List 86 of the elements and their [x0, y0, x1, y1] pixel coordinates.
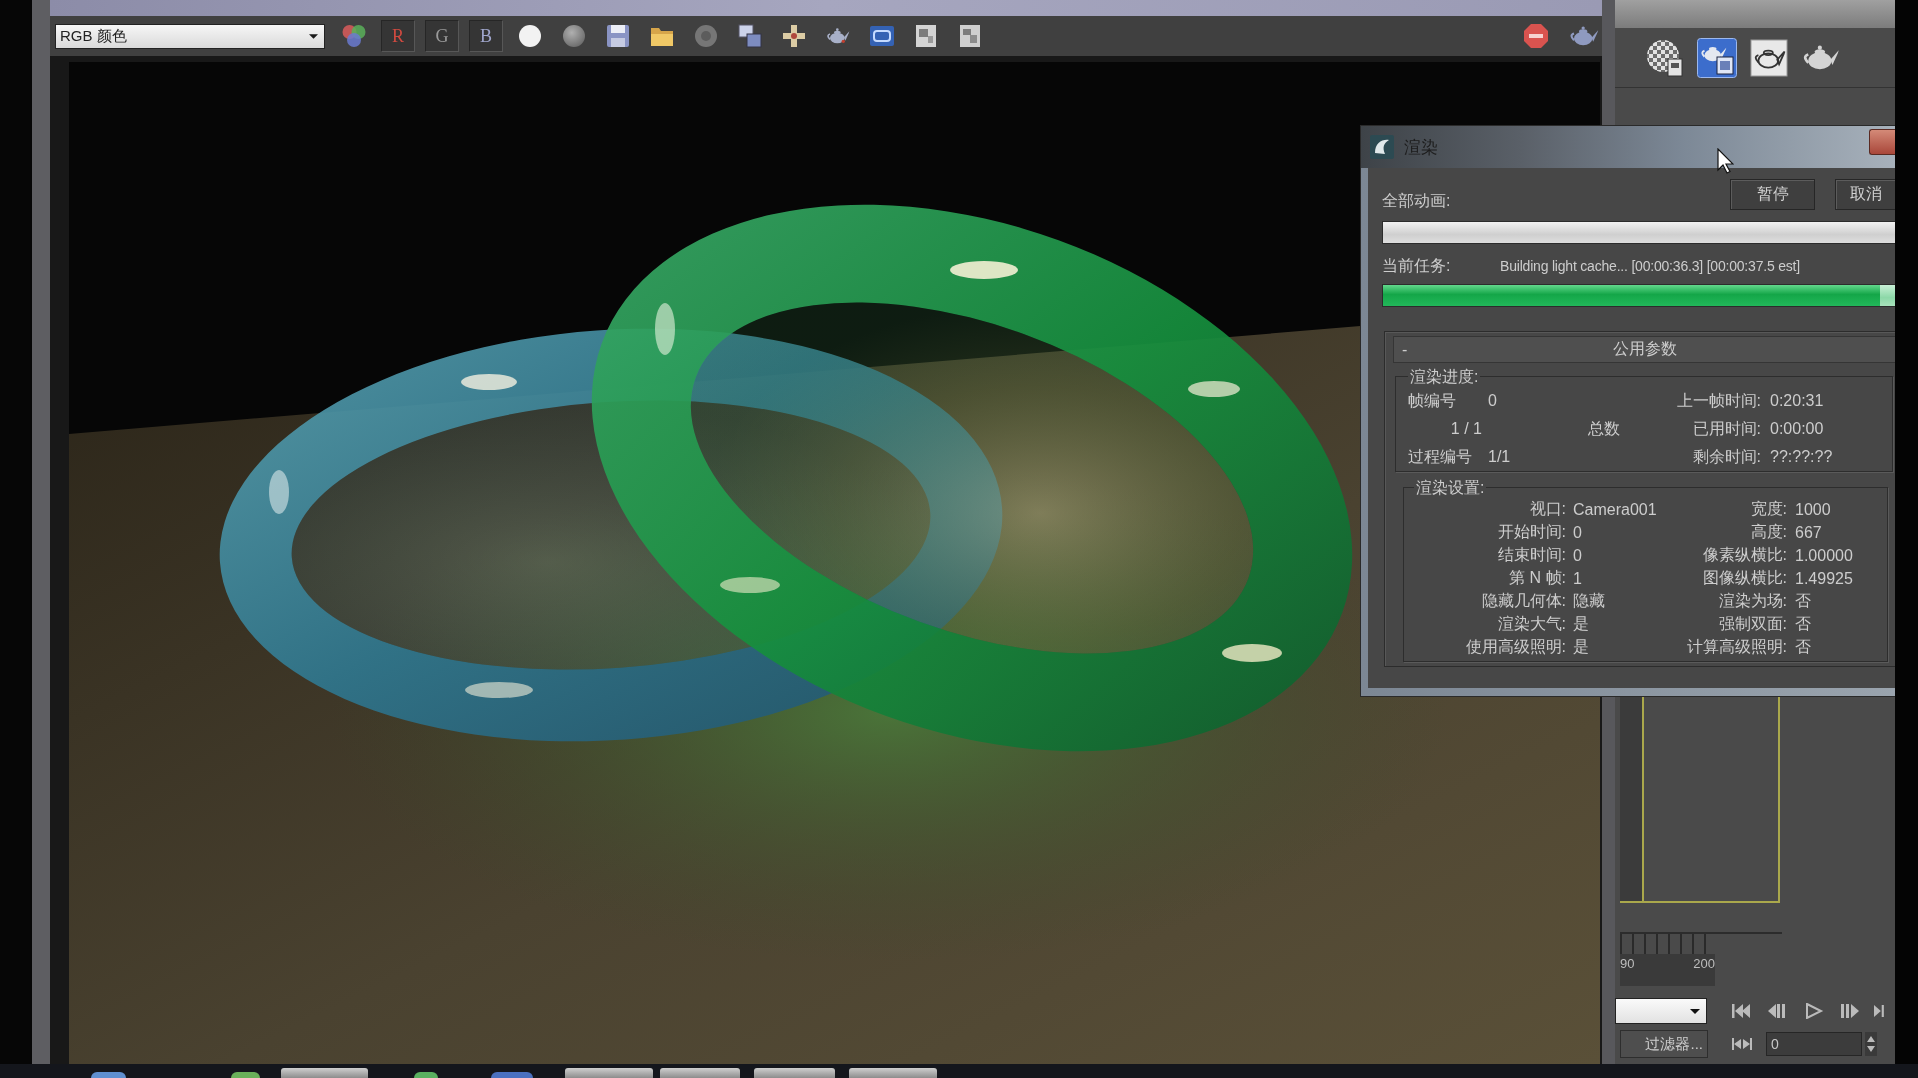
- field-label: 上一帧时间:: [1676, 390, 1761, 411]
- task-label: 当前任务:: [1382, 257, 1452, 275]
- setting-label: 高度:: [1750, 522, 1787, 542]
- setting-value: 是: [1572, 614, 1590, 634]
- taskbar-app-icon[interactable]: [91, 1072, 126, 1078]
- group-label: 渲染设置:: [1415, 478, 1486, 497]
- setting-label: 结束时间:: [1497, 545, 1566, 565]
- setting-label: 计算高级照明:: [1686, 637, 1787, 657]
- setting-value: 1.49925: [1794, 569, 1854, 588]
- setting-label: 使用高级照明:: [1465, 637, 1566, 657]
- color-circles-icon[interactable]: [342, 24, 366, 48]
- field-value: 1/1: [1487, 448, 1512, 466]
- setting-value: 667: [1794, 523, 1823, 542]
- taskbar-app-icon[interactable]: [231, 1072, 260, 1078]
- setting-value: 0: [1572, 523, 1583, 542]
- cursor-icon: [1717, 148, 1734, 174]
- setting-label: 隐藏几何体:: [1481, 591, 1566, 611]
- shaded-circle-icon[interactable]: [562, 24, 586, 48]
- ruler-label: 90: [1620, 956, 1635, 971]
- taskbar-app-icon[interactable]: [414, 1072, 438, 1078]
- boxed-teapot-icon[interactable]: [1749, 37, 1789, 78]
- field-value: ??:??:??: [1769, 448, 1834, 466]
- progress-label: 全部动画:: [1382, 192, 1451, 210]
- stop-sign-icon[interactable]: [1524, 24, 1548, 48]
- page-icon[interactable]: [914, 24, 938, 48]
- page-icon[interactable]: [958, 24, 982, 48]
- field-label: 帧编号: [1408, 390, 1457, 411]
- channel-toggle[interactable]: B: [469, 20, 503, 52]
- skip-end-icon[interactable]: [1874, 1003, 1886, 1019]
- setting-label: 强制双面:: [1718, 614, 1787, 634]
- setting-label: 宽度:: [1750, 499, 1787, 519]
- step-back-icon[interactable]: [1768, 1003, 1788, 1019]
- setting-value: 否: [1794, 614, 1812, 634]
- taskbar-app-icon[interactable]: [491, 1072, 533, 1078]
- setting-value: 是: [1572, 637, 1590, 657]
- channel-toggle[interactable]: G: [425, 20, 459, 52]
- cancel-button[interactable]: 取消: [1835, 179, 1895, 210]
- checker-sphere-icon[interactable]: [1645, 37, 1685, 78]
- field-value: 0:00:00: [1769, 420, 1825, 438]
- field-value: 0:20:31: [1769, 392, 1825, 410]
- setting-label: 像素纵横比:: [1702, 545, 1787, 565]
- collapse-toggle[interactable]: -: [1402, 340, 1414, 359]
- caret-icon: [1690, 1008, 1700, 1014]
- overlapping-windows-icon[interactable]: [738, 24, 762, 48]
- field-value: 0: [1487, 392, 1498, 410]
- close-button[interactable]: [1869, 129, 1895, 155]
- setting-value: 隐藏: [1572, 591, 1606, 611]
- setting-label: 渲染大气:: [1497, 614, 1566, 634]
- setting-value: Camera001: [1572, 500, 1658, 519]
- group-label: 渲染进度:: [1409, 367, 1480, 386]
- play-icon[interactable]: [1804, 1003, 1824, 1019]
- setting-value: 1.00000: [1794, 546, 1854, 565]
- setting-value: 否: [1794, 591, 1812, 611]
- setting-label: 渲染为场:: [1718, 591, 1787, 611]
- field-label: 过程编号: [1408, 446, 1473, 467]
- display-frame-icon[interactable]: [870, 24, 894, 48]
- key-mode-icon[interactable]: [1732, 1036, 1752, 1052]
- setting-label: 视口:: [1529, 499, 1566, 519]
- setting-value: 否: [1794, 637, 1812, 657]
- setting-value: 1000: [1794, 500, 1832, 519]
- ruler-label: 200: [1693, 956, 1715, 971]
- frame-input[interactable]: 0: [1766, 1032, 1862, 1056]
- pause-button[interactable]: 暂停: [1730, 179, 1815, 210]
- teapot-icon[interactable]: [1569, 26, 1599, 46]
- setting-label: 开始时间:: [1497, 522, 1566, 542]
- filter-button[interactable]: 过滤器...: [1620, 1030, 1708, 1058]
- dropdown[interactable]: [1615, 998, 1707, 1024]
- cross-icon[interactable]: [782, 24, 806, 48]
- teapot-window-icon[interactable]: [1697, 37, 1737, 78]
- spinner-icon[interactable]: [1865, 1032, 1877, 1056]
- caret-icon: [309, 33, 318, 39]
- rollout-title: 公用参数: [1611, 339, 1678, 359]
- channel-dropdown[interactable]: RGB 颜色: [55, 23, 325, 49]
- step-forward-icon[interactable]: [1840, 1003, 1860, 1019]
- field-value: 1 / 1: [1450, 420, 1482, 438]
- field-label: 总数: [1588, 418, 1620, 439]
- solid-circle-icon[interactable]: [518, 24, 542, 48]
- field-label: 已用时间:: [1692, 418, 1761, 439]
- app-icon: [1370, 135, 1394, 159]
- skip-start-icon[interactable]: [1732, 1003, 1752, 1019]
- field-label: 剩余时间:: [1692, 446, 1761, 467]
- task-status: Building light cache... [00:00:36.3] [00:00:37.5 est]: [1500, 258, 1800, 274]
- setting-value: 0: [1572, 546, 1583, 565]
- setting-label: 第 N 帧:: [1509, 568, 1566, 588]
- setting-value: 1: [1572, 569, 1583, 588]
- setting-label: 图像纵横比:: [1702, 568, 1787, 588]
